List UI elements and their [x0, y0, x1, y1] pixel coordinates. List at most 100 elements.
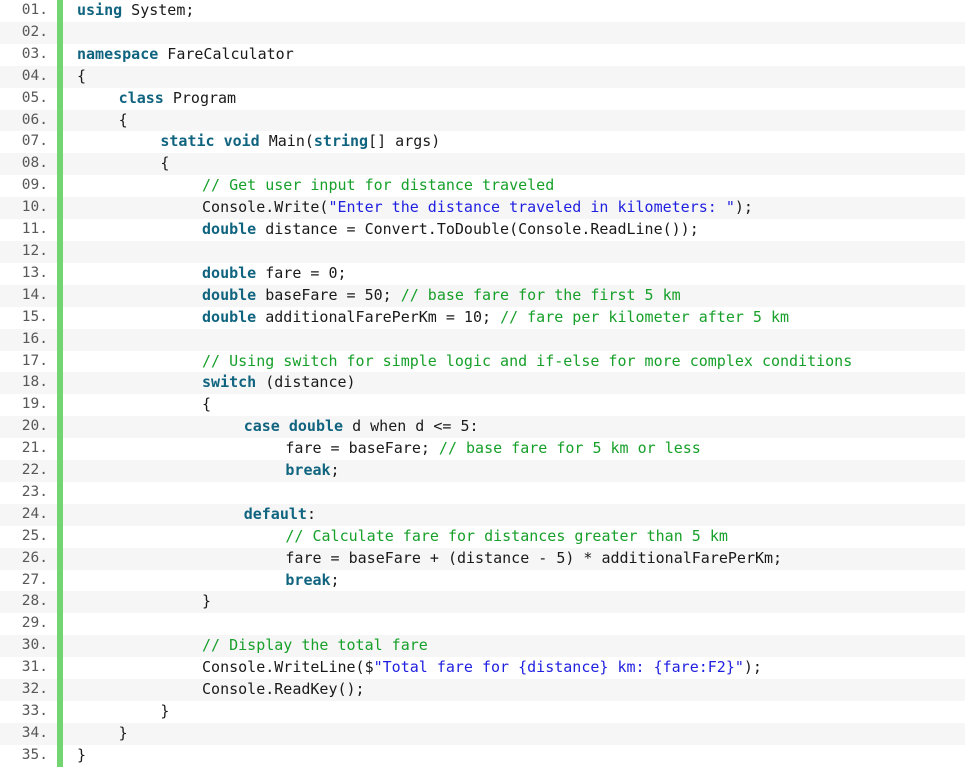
code-line[interactable]: 32. Console.ReadKey(); — [0, 679, 965, 701]
code-line[interactable]: 02. — [0, 21, 965, 44]
token-kw: switch — [202, 373, 257, 392]
code-line[interactable]: 28.} — [0, 591, 965, 614]
code-line[interactable]: 27. break; — [0, 569, 965, 592]
code-line[interactable]: 13. double fare = 0; — [0, 262, 965, 285]
code-line[interactable]: 07. static void Main(string[] args) — [0, 131, 965, 154]
code-line[interactable]: 29. — [0, 613, 965, 636]
token-com: // base fare for the first 5 km — [400, 285, 681, 304]
code-line[interactable]: 30. // Display the total fare — [0, 635, 965, 658]
code-line[interactable]: 31. Console.WriteLine($"Total fare for {d… — [0, 657, 965, 680]
code-line[interactable]: 11. double distance = Convert.ToDouble(Co… — [0, 219, 965, 241]
token-pln: fare = baseFare; — [285, 439, 439, 458]
token-com: // Get user input for distance traveled — [202, 176, 555, 195]
code-line[interactable]: 22. break; — [0, 460, 965, 482]
line-number: 19. — [21, 396, 48, 413]
token-pln: Main( — [259, 132, 314, 151]
token-kw: void — [223, 132, 260, 151]
token-pln: fare = baseFare + (distance - 5) * addit… — [285, 548, 783, 567]
line-number: 21. — [21, 440, 48, 457]
token-pln: Console.ReadKey(); — [202, 680, 365, 699]
code-line[interactable]: 15. double additionalFarePerKm = 10; // f… — [0, 306, 965, 329]
line-number: 03. — [21, 45, 48, 62]
code-line[interactable]: 23. — [0, 481, 965, 504]
line-number: 14. — [21, 286, 48, 303]
line-number: 23. — [21, 483, 48, 500]
token-pln: distance = Convert.ToDouble(Console.Read… — [256, 220, 699, 239]
token-str: "Enter the distance traveled in kilomete… — [328, 198, 735, 217]
code-line[interactable]: 09. // Get user input for distance travel… — [0, 175, 965, 198]
code-line-text: double baseFare = 50; // base fare for t… — [202, 285, 681, 307]
code-viewer[interactable]: 01. using System; 02. 03. namespace FareCalc… — [0, 0, 965, 767]
code-line-text: } — [202, 591, 211, 613]
code-line[interactable]: 05. class Program — [0, 87, 965, 110]
line-number: 31. — [21, 659, 48, 676]
token-pln: System; — [122, 1, 195, 19]
line-number: 10. — [21, 199, 48, 216]
token-com: // Using switch for simple logic and if-… — [202, 351, 853, 370]
code-line[interactable]: 04. { — [0, 65, 965, 88]
token-pln: } — [118, 723, 128, 742]
token-pln — [280, 417, 289, 435]
line-number: 06. — [21, 111, 48, 128]
code-line[interactable]: 17. // Using switch for simple logic and … — [0, 350, 965, 373]
code-line[interactable]: 16. — [0, 328, 965, 351]
code-line-text: fare = baseFare + (distance - 5) * addit… — [285, 548, 782, 570]
code-line-text: double additionalFarePerKm = 10; // fare… — [202, 307, 789, 329]
code-line[interactable]: 10. Console.Write("Enter the distance tra… — [0, 197, 965, 220]
line-number: 05. — [21, 89, 48, 106]
code-line[interactable]: 18. switch (distance) — [0, 372, 965, 395]
token-pln: { — [118, 110, 128, 129]
token-pln: [] args) — [368, 132, 441, 151]
code-line[interactable]: 21. fare = baseFare; // base fare for 5 k… — [0, 438, 965, 461]
token-pln: fare = 0; — [256, 263, 347, 282]
line-number: 08. — [21, 155, 48, 172]
code-line[interactable]: 33.} — [0, 701, 965, 723]
code-line-text: double distance = Convert.ToDouble(Conso… — [202, 219, 699, 241]
code-line-text: double fare = 0; — [202, 263, 347, 285]
token-pln: { — [202, 395, 212, 414]
line-number: 30. — [21, 637, 48, 654]
code-line[interactable]: 24. default: — [0, 503, 965, 526]
code-line[interactable]: 19. { — [0, 394, 965, 417]
code-line-text: { — [77, 66, 86, 88]
code-line[interactable]: 20. case double d when d <= 5: — [0, 416, 965, 439]
line-number: 27. — [21, 571, 48, 588]
token-kw: double — [288, 417, 344, 436]
token-kw: using — [77, 1, 123, 19]
line-number: 25. — [21, 527, 48, 544]
line-number: 04. — [21, 67, 48, 84]
code-line[interactable]: 25. // Calculate fare for distances great… — [0, 525, 965, 548]
code-line[interactable]: 34.} — [0, 722, 965, 745]
code-line[interactable]: 08. { — [0, 153, 965, 176]
token-kw: break — [285, 461, 331, 480]
token-kw: class — [118, 88, 164, 107]
token-kw: double — [202, 263, 257, 282]
code-line[interactable]: 12. — [0, 240, 965, 263]
code-line[interactable]: 26. fare = baseFare + (distance - 5) * ad… — [0, 547, 965, 570]
token-kw: double — [202, 285, 257, 304]
line-number: 29. — [21, 615, 48, 632]
token-pln: d when d <= 5: — [343, 417, 479, 436]
token-pln: Program — [163, 88, 237, 107]
code-line-text: break; — [285, 570, 339, 592]
token-kw: namespace — [77, 44, 159, 63]
line-number: 34. — [21, 724, 48, 741]
token-kw: double — [202, 220, 257, 239]
code-line-text: // Using switch for simple logic and if-… — [202, 351, 852, 373]
code-line[interactable]: 35.} — [0, 744, 965, 767]
token-pln: : — [306, 504, 316, 523]
code-line[interactable]: 03. namespace FareCalculator — [0, 43, 965, 66]
code-line[interactable]: 01. using System; — [0, 0, 965, 22]
token-com: // base fare for 5 km or less — [438, 439, 701, 458]
code-line-text: // Display the total fare — [202, 635, 428, 657]
code-line[interactable]: 06. { — [0, 109, 965, 132]
token-kw: string — [313, 132, 369, 151]
token-pln: { — [77, 66, 87, 85]
token-pln: Console.WriteLine($ — [202, 658, 374, 677]
token-com: // Display the total fare — [202, 636, 428, 655]
code-lines-container[interactable]: 01. using System; 02. 03. namespace FareCalc… — [0, 0, 965, 767]
token-pln: } — [160, 702, 170, 720]
code-line[interactable]: 14. double baseFare = 50; // base fare fo… — [0, 284, 965, 307]
token-pln — [215, 132, 224, 150]
code-line-text: } — [77, 745, 86, 767]
